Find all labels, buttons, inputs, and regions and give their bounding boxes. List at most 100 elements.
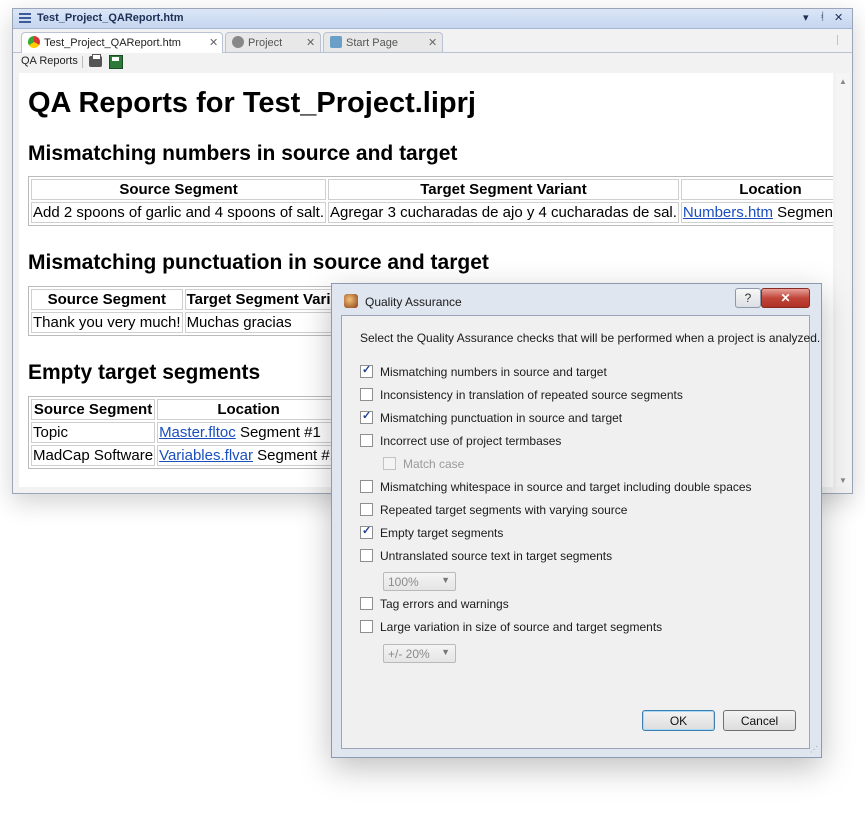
check-label: Large variation in size of source and ta…: [380, 620, 663, 634]
tab-scroll-icon[interactable]: [837, 35, 846, 45]
check-match-case[interactable]: Match case: [383, 457, 464, 471]
resize-grip-icon[interactable]: ⋰: [810, 745, 818, 754]
checkbox[interactable]: [360, 549, 373, 562]
cancel-button[interactable]: Cancel: [723, 710, 796, 731]
scroll-up-icon[interactable]: ▲: [839, 77, 847, 86]
check-whitespace[interactable]: Mismatching whitespace in source and tar…: [360, 480, 752, 494]
check-empty-target[interactable]: Empty target segments: [360, 524, 503, 540]
location-link[interactable]: Master.fltoc: [159, 424, 236, 441]
source-cell: Add 2 spoons of garlic and 4 spoons of s…: [31, 202, 327, 223]
column-header: Target Segment Variant: [328, 179, 679, 200]
check-repeated-target[interactable]: Repeated target segments with varying so…: [360, 503, 627, 517]
dialog-close-button[interactable]: ✕: [761, 288, 810, 308]
app-logo-icon: [344, 294, 358, 308]
table-row: MadCap Software Variables.flvar Segment …: [31, 445, 341, 466]
table-header-row: Source Segment Location: [31, 399, 341, 420]
segment-number: Segment #7: [777, 204, 833, 221]
chevron-down-icon: ▼: [441, 647, 450, 657]
check-label: Untranslated source text in target segme…: [380, 549, 613, 563]
check-untranslated[interactable]: Untranslated source text in target segme…: [360, 549, 612, 563]
window-menu-icon[interactable]: [19, 13, 31, 24]
location-cell: Numbers.htm Segment #7: [680, 202, 833, 223]
chrome-icon: [28, 36, 40, 48]
checkbox[interactable]: [360, 620, 373, 633]
checkbox[interactable]: [360, 363, 373, 378]
check-mismatching-numbers[interactable]: Mismatching numbers in source and target: [360, 363, 607, 379]
location-link[interactable]: Variables.flvar: [159, 447, 253, 464]
pin-icon[interactable]: ᚮ: [819, 11, 826, 23]
checkbox[interactable]: [360, 524, 373, 539]
checkbox[interactable]: [360, 480, 373, 493]
tab-close-icon[interactable]: ✕: [306, 36, 315, 49]
untranslated-threshold-select[interactable]: 100% ▼: [383, 572, 456, 591]
check-inconsistency[interactable]: Inconsistency in translation of repeated…: [360, 388, 683, 402]
window-close-icon[interactable]: ✕: [834, 11, 843, 24]
tab-label: Test_Project_QAReport.htm: [44, 37, 181, 49]
report-toolbar: QA Reports: [13, 53, 852, 71]
segment-number: Segment #1: [257, 447, 339, 464]
tab-label: Start Page: [346, 37, 398, 49]
checkbox[interactable]: [360, 434, 373, 447]
select-value: 100%: [388, 575, 419, 589]
size-variation-select[interactable]: +/- 20% ▼: [383, 644, 456, 663]
table-header-row: Source Segment Target Segment Varian: [31, 289, 351, 310]
checkbox[interactable]: [383, 457, 396, 470]
check-label: Incorrect use of project termbases: [380, 434, 562, 448]
printer-icon[interactable]: [89, 54, 102, 67]
table-row: Add 2 spoons of garlic and 4 spoons of s…: [31, 202, 833, 223]
location-cell: Variables.flvar Segment #1: [157, 445, 341, 466]
export-icon[interactable]: [109, 55, 123, 69]
help-button[interactable]: ?: [735, 288, 761, 308]
table-header-row: Source Segment Target Segment Variant Lo…: [31, 179, 833, 200]
tab-start-page[interactable]: Start Page ✕: [323, 32, 443, 52]
column-header: Source Segment: [31, 289, 183, 310]
tab-qa-report[interactable]: Test_Project_QAReport.htm ✕: [21, 32, 223, 53]
column-header: Location: [157, 399, 341, 420]
location-link[interactable]: Numbers.htm: [683, 204, 773, 221]
check-label: Inconsistency in translation of repeated…: [380, 388, 683, 402]
ok-button[interactable]: OK: [642, 710, 715, 731]
punctuation-table: Source Segment Target Segment Varian Tha…: [28, 286, 354, 336]
tab-label: Project: [248, 37, 283, 49]
check-label: Match case: [403, 457, 465, 471]
quality-assurance-dialog: Quality Assurance ? ✕ Select the Quality…: [331, 283, 822, 758]
dialog-description: Select the Quality Assurance checks that…: [360, 331, 821, 345]
toolbar-label: QA Reports: [21, 55, 78, 67]
target-cell: Muchas gracias: [184, 312, 351, 333]
tab-strip: Test_Project_QAReport.htm ✕ Project ✕ St…: [13, 29, 852, 53]
source-cell: MadCap Software: [31, 445, 156, 466]
source-cell: Topic: [31, 422, 156, 443]
check-mismatching-punctuation[interactable]: Mismatching punctuation in source and ta…: [360, 409, 623, 425]
tab-project[interactable]: Project ✕: [225, 32, 321, 52]
start-page-icon: [330, 36, 342, 48]
section-heading-numbers: Mismatching numbers in source and target: [28, 142, 458, 165]
checkbox[interactable]: [360, 503, 373, 516]
scroll-down-icon[interactable]: ▼: [839, 476, 847, 485]
chevron-down-icon: ▼: [441, 575, 450, 585]
checkbox[interactable]: [360, 409, 373, 424]
check-label: Tag errors and warnings: [380, 597, 509, 611]
check-label: Repeated target segments with varying so…: [380, 503, 628, 517]
dialog-title: Quality Assurance: [365, 295, 462, 309]
window-title: Test_Project_QAReport.htm: [37, 12, 184, 24]
numbers-table: Source Segment Target Segment Variant Lo…: [28, 176, 833, 226]
checkbox[interactable]: [360, 597, 373, 610]
check-tag-errors[interactable]: Tag errors and warnings: [360, 597, 509, 611]
check-size-variation[interactable]: Large variation in size of source and ta…: [360, 620, 662, 634]
page-title: QA Reports for Test_Project.liprj: [28, 87, 476, 119]
toolbar-separator: [82, 56, 83, 68]
target-cell: Agregar 3 cucharadas de ajo y 4 cucharad…: [328, 202, 679, 223]
check-label: Mismatching punctuation in source and ta…: [380, 411, 623, 425]
checkbox[interactable]: [360, 388, 373, 401]
empty-targets-table: Source Segment Location Topic Master.flt…: [28, 396, 344, 469]
window-dropdown-icon[interactable]: ▾: [803, 11, 809, 24]
check-termbases[interactable]: Incorrect use of project termbases: [360, 434, 561, 448]
dialog-body: Select the Quality Assurance checks that…: [341, 315, 820, 749]
table-row: Topic Master.fltoc Segment #1: [31, 422, 341, 443]
tab-close-icon[interactable]: ✕: [428, 36, 437, 49]
tab-close-icon[interactable]: ✕: [209, 36, 218, 49]
section-heading-punctuation: Mismatching punctuation in source and ta…: [28, 251, 489, 274]
table-row: Thank you very much! Muchas gracias: [31, 312, 351, 333]
vertical-scrollbar[interactable]: ▲ ▼: [836, 73, 850, 487]
source-cell: Thank you very much!: [31, 312, 183, 333]
